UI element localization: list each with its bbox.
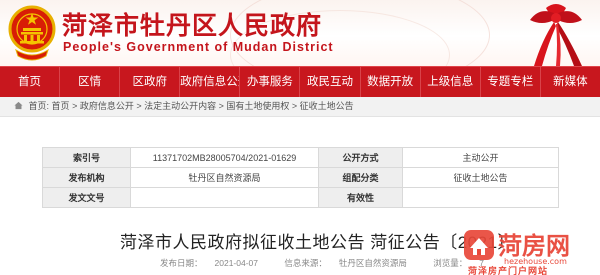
nav-item-interaction[interactable]: 政民互动 — [300, 67, 361, 97]
watermark-domain: hezehouse.com — [504, 257, 567, 266]
info-source-value: 牡丹区自然资源局 — [338, 258, 407, 268]
breadcrumb-separator: > — [69, 101, 80, 111]
category-value: 征收土地公告 — [402, 167, 559, 188]
breadcrumb-separator: > — [133, 101, 145, 111]
site-header: 菏泽市牡丹区人民政府 People's Government of Mudan … — [0, 0, 600, 66]
home-icon — [14, 101, 23, 110]
breadcrumb-link-statutory[interactable]: 法定主动公开内容 — [144, 101, 216, 111]
breadcrumb-separator: > — [216, 101, 227, 111]
nav-item-superior-info[interactable]: 上级信息 — [421, 67, 481, 97]
breadcrumb: 首页: 首页 > 政府信息公开 > 法定主动公开内容 > 国有土地使用权 > 征… — [0, 97, 600, 117]
table-row: 发文文号 有效性 — [42, 187, 559, 208]
red-knot-icon — [530, 4, 582, 66]
nav-item-special-topics[interactable]: 专题专栏 — [481, 67, 541, 97]
breadcrumb-link-gov-info[interactable]: 政府信息公开 — [80, 101, 134, 111]
info-source-label: 信息来源： — [284, 258, 327, 268]
watermark-brand: 菏房网 — [498, 232, 570, 260]
validity-label: 有效性 — [318, 187, 403, 208]
article-title: 菏泽市人民政府拟征收土地公告 菏征公告〔2021〕 — [120, 233, 516, 252]
breadcrumb-label: 首页: — [28, 101, 50, 111]
document-number-label: 发文文号 — [42, 187, 131, 208]
watermark-tagline: 菏泽房产门户网站 — [468, 265, 548, 275]
category-label: 组配分类 — [318, 167, 403, 188]
publishing-agency-label: 发布机构 — [42, 167, 131, 188]
index-number-label: 索引号 — [42, 147, 131, 168]
validity-value — [402, 187, 559, 208]
document-number-value — [130, 187, 319, 208]
disclosure-method-value: 主动公开 — [402, 147, 559, 168]
disclosure-method-label: 公开方式 — [318, 147, 403, 168]
article-meta: 发布日期： 2021-04-07 信息来源： 牡丹区自然资源局 浏览量： 7 — [160, 257, 508, 269]
table-row: 索引号 11371702MB28005704/2021-01629 公开方式 主… — [42, 147, 559, 168]
breadcrumb-link-land-notice[interactable]: 征收土地公告 — [300, 101, 354, 111]
publish-date: 发布日期： 2021-04-07 — [160, 258, 270, 268]
publish-date-value: 2021-04-07 — [214, 258, 258, 268]
hezehouse-watermark-logo: 菏房网 hezehouse.com 菏泽房产门户网站 — [464, 230, 570, 275]
publish-date-label: 发布日期： — [160, 258, 203, 268]
breadcrumb-link-land-rights[interactable]: 国有土地使用权 — [226, 101, 289, 111]
site-title[interactable]: 菏泽市牡丹区人民政府 — [62, 6, 322, 42]
publishing-agency-value: 牡丹区自然资源局 — [130, 167, 319, 188]
nav-item-home[interactable]: 首页 — [0, 67, 61, 97]
nav-item-open-data[interactable]: 数据开放 — [361, 67, 421, 97]
table-row: 发布机构 牡丹区自然资源局 组配分类 征收土地公告 — [42, 167, 559, 188]
national-emblem-icon[interactable] — [6, 4, 58, 62]
document-info-table: 索引号 11371702MB28005704/2021-01629 公开方式 主… — [42, 147, 559, 208]
nav-item-district-info[interactable]: 区情 — [60, 67, 121, 97]
site-subtitle: People's Government of Mudan District — [63, 40, 334, 54]
breadcrumb-link-home[interactable]: 首页 — [52, 101, 70, 111]
breadcrumb-separator: > — [289, 101, 300, 111]
main-nav: 首页 区情 区政府 政府信息公开 办事服务 政民互动 数据开放 上级信息 专题专… — [0, 66, 600, 97]
nav-item-district-government[interactable]: 区政府 — [120, 67, 181, 97]
info-source: 信息来源： 牡丹区自然资源局 — [284, 258, 419, 268]
nav-item-new-media[interactable]: 新媒体 — [541, 67, 600, 97]
index-number-value: 11371702MB28005704/2021-01629 — [130, 147, 319, 168]
nav-item-gov-info-disclosure[interactable]: 政府信息公开 — [180, 67, 241, 97]
nav-item-services[interactable]: 办事服务 — [240, 67, 301, 97]
